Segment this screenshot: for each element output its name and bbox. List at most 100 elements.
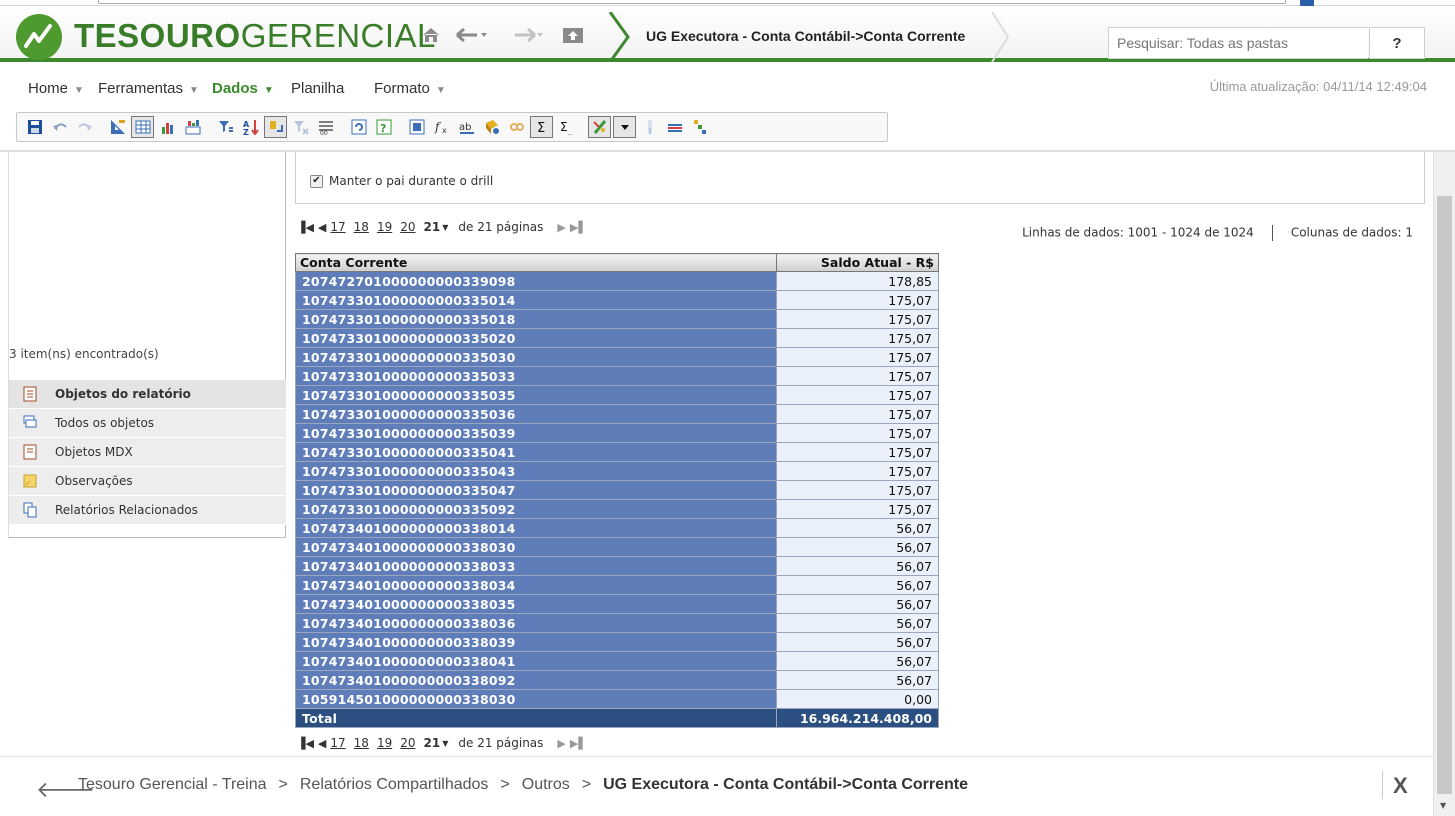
search-input[interactable] — [1109, 28, 1368, 58]
account-cell[interactable]: 107473301000000000335033 — [295, 366, 777, 386]
account-cell[interactable]: 107473301000000000335035 — [295, 385, 777, 405]
help-button[interactable]: ? — [1369, 27, 1425, 59]
vertical-scrollbar[interactable]: ▼ — [1433, 152, 1455, 816]
menu-ferramentas[interactable]: Ferramentas ▼ — [98, 80, 199, 97]
list-item-relatorios-relacionados[interactable]: Relatórios Relacionados — [9, 496, 286, 525]
thresholds-icon[interactable] — [638, 116, 661, 138]
menu-home[interactable]: Home ▼ — [28, 80, 84, 97]
page-dropdown-icon[interactable]: ▼ — [442, 739, 448, 748]
account-cell[interactable]: 107473401000000000338033 — [295, 556, 777, 576]
page-link[interactable]: 20 — [400, 736, 415, 750]
subtotal-sum-icon[interactable]: Σ.. — [555, 116, 578, 138]
grid-view-icon[interactable] — [131, 116, 154, 138]
prev-page-icon[interactable]: ◀ — [318, 737, 326, 750]
current-page[interactable]: 21 — [424, 736, 441, 750]
grid-graph-icon[interactable] — [181, 116, 204, 138]
reprompt-icon[interactable]: ? — [372, 116, 395, 138]
breadcrumb-item[interactable]: Relatórios Compartilhados — [300, 776, 489, 793]
col-header-conta-corrente[interactable]: Conta Corrente — [295, 253, 777, 272]
export-icon[interactable] — [405, 116, 428, 138]
home-button[interactable] — [418, 24, 444, 46]
back-button[interactable] — [452, 24, 492, 46]
account-cell[interactable]: 107473301000000000335041 — [295, 442, 777, 462]
account-cell[interactable]: 107473301000000000335039 — [295, 423, 777, 443]
outline-icon[interactable] — [688, 116, 711, 138]
list-item-observacoes[interactable]: Observações — [9, 467, 286, 496]
drill-checkbox-row[interactable]: ✔ Manter o pai durante o drill — [310, 174, 493, 188]
close-button[interactable]: X — [1393, 773, 1408, 799]
undo-icon[interactable] — [48, 116, 71, 138]
sort-icon[interactable]: AZ — [239, 116, 262, 138]
account-cell[interactable]: 107473401000000000338041 — [295, 651, 777, 671]
sum-icon[interactable]: Σ — [530, 116, 553, 138]
filter-icon[interactable] — [214, 116, 237, 138]
list-item-objetos-mdx[interactable]: Objetos MDX — [9, 438, 286, 467]
account-cell[interactable]: 207472701000000000339098 — [295, 271, 777, 291]
account-cell[interactable]: 107473401000000000338092 — [295, 670, 777, 690]
link-icon[interactable] — [505, 116, 528, 138]
account-cell[interactable]: 107473401000000000338014 — [295, 518, 777, 538]
menu-formato[interactable]: Formato ▼ — [374, 80, 446, 97]
page-link[interactable]: 17 — [330, 220, 345, 234]
list-item-objetos-relatorio[interactable]: Objetos do relatório — [9, 380, 286, 409]
page-link[interactable]: 19 — [377, 736, 392, 750]
account-cell[interactable]: 107473401000000000338034 — [295, 575, 777, 595]
last-page-icon[interactable]: ▶▌ — [570, 737, 587, 750]
format-icon[interactable] — [588, 116, 611, 138]
brand-wordmark[interactable]: TESOUROGERENCIAL — [74, 16, 436, 56]
account-cell[interactable]: 107473301000000000335047 — [295, 480, 777, 500]
account-cell[interactable]: 107473301000000000335014 — [295, 290, 777, 310]
page-dropdown-icon[interactable]: ▼ — [442, 223, 448, 232]
menu-planilha[interactable]: Planilha — [291, 80, 344, 97]
page-link[interactable]: 18 — [354, 736, 369, 750]
rename-icon[interactable]: ab — [455, 116, 478, 138]
clear-filter-icon[interactable] — [289, 116, 312, 138]
keep-parent-checkbox[interactable]: ✔ — [310, 174, 323, 188]
page-link[interactable]: 19 — [377, 220, 392, 234]
page-link[interactable]: 20 — [400, 220, 415, 234]
scroll-down-icon[interactable]: ▼ — [1440, 801, 1446, 810]
account-cell[interactable]: 107473401000000000338030 — [295, 537, 777, 557]
upload-button[interactable] — [560, 24, 586, 46]
refresh-icon[interactable] — [347, 116, 370, 138]
account-cell[interactable]: 107473301000000000335043 — [295, 461, 777, 481]
account-cell[interactable]: 107473401000000000338039 — [295, 632, 777, 652]
account-cell[interactable]: 107473301000000000335020 — [295, 328, 777, 348]
breadcrumb-item[interactable]: Outros — [522, 776, 570, 793]
first-page-icon[interactable]: ▐◀ — [297, 737, 314, 750]
next-page-icon[interactable]: ▶ — [557, 737, 565, 750]
graph-view-icon[interactable] — [156, 116, 179, 138]
page-link[interactable]: 18 — [354, 220, 369, 234]
account-cell[interactable]: 105914501000000000338030 — [295, 689, 777, 709]
account-cell[interactable]: 107473401000000000338036 — [295, 613, 777, 633]
dropdown-icon[interactable] — [613, 116, 636, 138]
account-cell[interactable]: 107473301000000000335030 — [295, 347, 777, 367]
account-cell[interactable]: 107473301000000000335036 — [295, 404, 777, 424]
account-cell[interactable]: 107473401000000000338035 — [295, 594, 777, 614]
logo-icon[interactable] — [16, 14, 62, 60]
search-box[interactable] — [1108, 27, 1368, 59]
forward-button[interactable] — [508, 24, 548, 46]
breadcrumb-item[interactable]: Tesouro Gerencial - Treina — [78, 776, 267, 793]
first-page-icon[interactable]: ▐◀ — [297, 221, 314, 234]
save-icon[interactable] — [23, 116, 46, 138]
last-page-icon[interactable]: ▶▌ — [570, 221, 587, 234]
subtotals-icon[interactable]: 00 — [314, 116, 337, 138]
account-cell[interactable]: 107473301000000000335092 — [295, 499, 777, 519]
scrollbar-thumb[interactable] — [1437, 196, 1452, 794]
col-header-saldo[interactable]: Saldo Atual - R$ — [776, 253, 939, 272]
current-page[interactable]: 21 — [424, 220, 441, 234]
pivot-icon[interactable] — [264, 116, 287, 138]
menu-dados[interactable]: Dados ▼ — [212, 80, 274, 97]
account-cell[interactable]: 107473301000000000335018 — [295, 309, 777, 329]
formula-icon[interactable]: fx — [430, 116, 453, 138]
banding-icon[interactable] — [663, 116, 686, 138]
redo-icon[interactable] — [73, 116, 96, 138]
drill-icon[interactable] — [480, 116, 503, 138]
page-link[interactable]: 17 — [330, 736, 345, 750]
design-mode-icon[interactable] — [106, 116, 129, 138]
next-page-icon[interactable]: ▶ — [557, 221, 565, 234]
prev-page-icon[interactable]: ◀ — [318, 221, 326, 234]
table-row: 207472701000000000339098 178,85 — [295, 271, 939, 291]
list-item-todos-objetos[interactable]: Todos os objetos — [9, 409, 286, 438]
